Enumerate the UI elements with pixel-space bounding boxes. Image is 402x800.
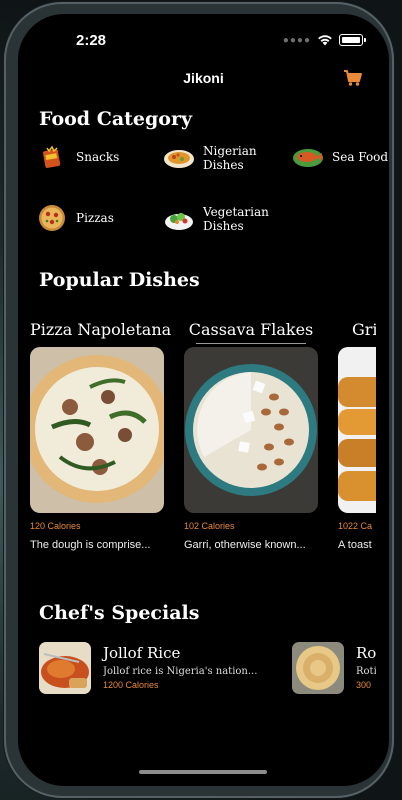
dish-calories: 1022 Ca	[338, 521, 373, 531]
signal-icon: ●●●●	[282, 34, 311, 46]
battery-icon	[339, 34, 366, 46]
pizza-icon	[36, 205, 68, 231]
category-sea-food[interactable]: Sea Food	[292, 144, 389, 170]
dish-name: Gri	[352, 320, 376, 339]
dish-card[interactable]: Pizza Napoletana 120 Calories The dough …	[30, 317, 172, 551]
dish-name: Pizza Napoletana	[30, 320, 172, 339]
special-description: Jollof rice is Nigeria's nation...	[103, 666, 258, 677]
special-calories: 1200 Calories	[103, 680, 159, 690]
dish-image	[30, 347, 164, 513]
app-title: Jikoni	[183, 70, 224, 86]
category-nigerian-dishes[interactable]: Nigerian Dishes	[163, 144, 267, 172]
dish-description: Garri, otherwise known...	[184, 539, 306, 551]
status-bar: 2:28 ●●●●	[18, 14, 389, 64]
dish-description: The dough is comprise...	[30, 539, 151, 551]
dish-image	[338, 347, 376, 513]
dish-calories: 102 Calories	[184, 521, 235, 531]
status-icons: ●●●●	[282, 34, 366, 46]
sea-food-icon	[292, 144, 324, 170]
dish-card[interactable]: Gri 1022 Ca A toast	[338, 317, 376, 551]
food-category-heading: Food Category	[39, 108, 193, 130]
special-description: Roti	[356, 666, 376, 677]
home-indicator[interactable]	[139, 770, 267, 774]
app-screen: 2:28 ●●●● Jikoni Food Category Snacks Ni…	[18, 14, 389, 786]
dish-calories: 120 Calories	[30, 521, 81, 531]
dish-card[interactable]: Cassava Flakes 102 Calories Garri, other…	[184, 317, 318, 551]
category-label: Sea Food	[332, 150, 389, 164]
dish-description: A toast	[338, 539, 372, 551]
special-image	[292, 642, 344, 694]
popular-dishes-heading: Popular Dishes	[39, 269, 200, 291]
category-vegetarian-dishes[interactable]: Vegetarian Dishes	[163, 205, 269, 233]
category-snacks[interactable]: Snacks	[36, 144, 119, 170]
wifi-icon	[318, 35, 332, 46]
special-name: Ro	[356, 644, 376, 662]
popular-dishes-carousel[interactable]: Pizza Napoletana 120 Calories The dough …	[30, 317, 376, 567]
nigerian-dishes-icon	[163, 145, 195, 171]
category-label: Snacks	[76, 150, 120, 164]
chefs-specials-heading: Chef's Specials	[39, 602, 200, 624]
dish-image	[184, 347, 318, 513]
status-time: 2:28	[76, 32, 107, 49]
special-item[interactable]: Jollof Rice Jollof rice is Nigeria's nat…	[39, 642, 279, 698]
category-label: Nigerian Dishes	[203, 144, 257, 172]
snacks-icon	[36, 144, 68, 170]
special-item[interactable]: Ro Roti 300	[292, 642, 376, 698]
special-image	[39, 642, 91, 694]
special-calories: 300	[356, 680, 372, 690]
cart-icon[interactable]	[343, 69, 363, 87]
dish-name: Cassava Flakes	[188, 320, 314, 339]
vegetarian-icon	[163, 206, 195, 232]
category-label: Pizzas	[76, 211, 114, 225]
category-label: Vegetarian Dishes	[203, 205, 269, 233]
special-name: Jollof Rice	[103, 644, 181, 662]
category-pizzas[interactable]: Pizzas	[36, 205, 114, 231]
selected-underline	[196, 343, 306, 344]
